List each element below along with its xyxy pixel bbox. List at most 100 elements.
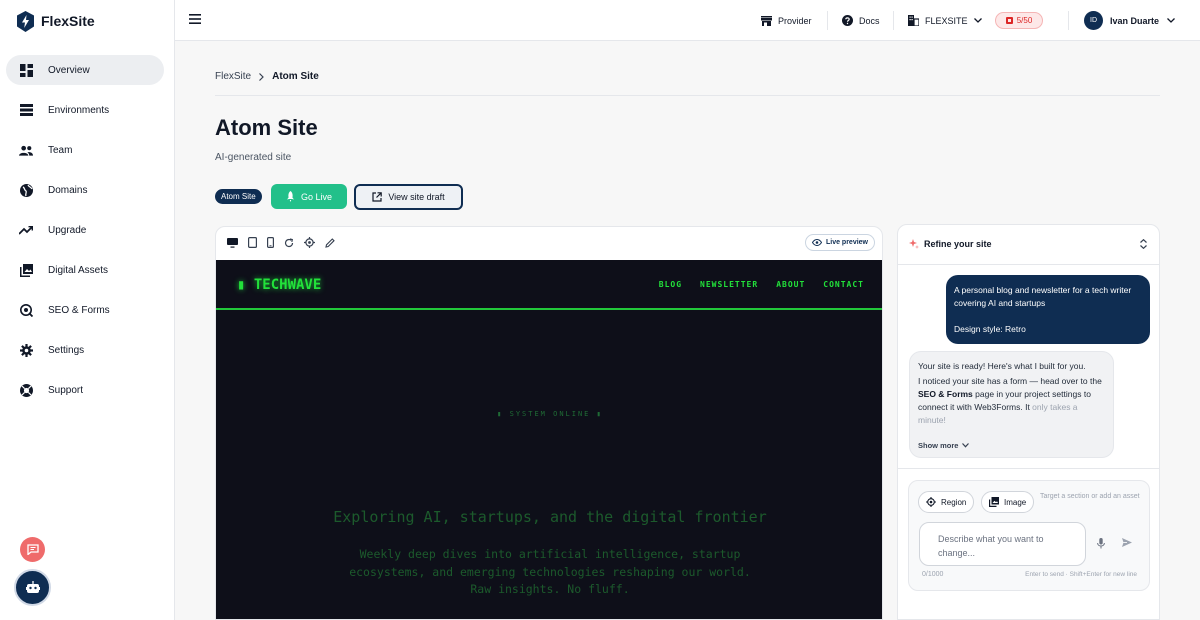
menu-toggle-button[interactable] [189,14,201,24]
live-preview-toggle[interactable]: Live preview [804,234,875,251]
divider [898,468,1159,469]
hero-subtext: Weekly deep dives into artificial intell… [336,546,764,599]
character-count: 0/1000 [922,571,944,578]
sidebar-item-support[interactable]: Support [6,375,164,405]
usage-quota-badge[interactable]: 5/50 [995,12,1043,29]
sidebar-nav: Overview Environments Team Domains Upgra… [6,55,164,415]
view-site-draft-button[interactable]: View site draft [354,184,463,210]
divider [893,11,894,30]
composer-hint: Target a section or add an asset [1040,493,1140,500]
microphone-icon [1097,538,1105,549]
desktop-icon[interactable] [227,237,238,248]
breadcrumb: FlexSite Atom Site [215,71,319,82]
refine-input[interactable]: Describe what you want to change... [919,522,1086,566]
target-icon [926,497,936,507]
image-library-icon [19,263,33,277]
hero-headline: Exploring AI, startups, and the digital … [333,508,767,526]
sidebar-item-label: Upgrade [48,224,87,236]
trending-up-icon [19,223,33,237]
site-type-badge: Atom Site [215,189,262,204]
voice-input-button[interactable] [1097,538,1105,549]
site-preview-panel: Live preview ▮ TECHWAVE BLOG NEWSLETTER … [215,226,883,620]
mobile-icon[interactable] [267,237,274,248]
region-button[interactable]: Region [918,491,975,513]
target-select-icon[interactable] [304,237,315,248]
feedback-chat-button[interactable] [20,537,45,562]
topbar: Provider Docs FLEXSITE 5/50 ID Ivan Duar… [175,0,1200,41]
image-button[interactable]: Image [981,491,1035,513]
chevron-down-icon [973,18,982,23]
sidebar-item-environments[interactable]: Environments [6,95,164,125]
assistant-message-text: I noticed your site has a form — head ov… [918,376,1102,386]
robot-icon [25,581,40,593]
sidebar-item-label: Environments [48,104,110,116]
sidebar-item-settings[interactable]: Settings [6,335,164,365]
sidebar-item-digital-assets[interactable]: Digital Assets [6,255,164,285]
image-label: Image [1004,497,1027,507]
sidebar-item-label: Domains [48,184,88,196]
sidebar-item-overview[interactable]: Overview [6,55,164,85]
assistant-message: Your site is ready! Here's what I built … [909,351,1114,458]
chevron-down-icon [1167,18,1175,23]
site-nav-about[interactable]: ABOUT [776,280,805,289]
sidebar-item-domains[interactable]: Domains [6,175,164,205]
send-button[interactable] [1122,538,1132,547]
user-message: A personal blog and newsletter for a tec… [946,275,1150,344]
assistant-message-body: I noticed your site has a form — head ov… [918,375,1105,427]
gear-icon [19,343,33,357]
divider [1068,11,1069,30]
assistant-bot-button[interactable] [14,569,51,606]
sidebar: FlexSite Overview Environments Team Doma… [0,0,175,620]
eye-icon [811,239,822,246]
user-message-style: Design style: Retro [954,324,1026,334]
hero-subtext-line: Weekly deep dives into artificial intell… [359,547,741,561]
send-icon [1122,538,1132,547]
view-draft-label: View site draft [388,192,445,202]
chevron-right-icon [259,72,264,81]
site-render: ▮ TECHWAVE BLOG NEWSLETTER ABOUT CONTACT… [216,260,882,619]
show-more-button[interactable]: Show more [918,439,970,452]
sidebar-item-label: Overview [48,64,90,76]
divider [215,95,1160,96]
provider-link[interactable]: Provider [761,0,812,41]
docs-link[interactable]: Docs [842,0,880,41]
sidebar-item-label: Support [48,384,84,396]
page-title: Atom Site [215,115,318,140]
sidebar-item-upgrade[interactable]: Upgrade [6,215,164,245]
user-message-text: A personal blog and newsletter for a tec… [954,285,1132,308]
page-subtitle: AI-generated site [215,152,292,163]
chat-icon [26,544,39,555]
tablet-icon[interactable] [248,237,257,248]
preview-toolbar [227,237,335,248]
edit-pencil-icon[interactable] [325,237,335,248]
sidebar-item-label: SEO & Forms [48,304,110,316]
breadcrumb-root[interactable]: FlexSite [215,71,251,82]
user-menu[interactable]: ID Ivan Duarte [1084,0,1175,41]
app-logo[interactable]: FlexSite [16,10,95,32]
go-live-button[interactable]: Go Live [271,184,347,209]
sidebar-item-label: Team [48,144,73,156]
divider [827,11,828,30]
site-nav-newsletter[interactable]: NEWSLETTER [700,280,758,289]
org-label: FLEXSITE [925,15,968,26]
sidebar-item-seo-forms[interactable]: SEO & Forms [6,295,164,325]
site-nav-blog[interactable]: BLOG [659,280,682,289]
refine-title: Refine your site [909,239,992,249]
seo-forms-link[interactable]: SEO & Forms [918,389,973,399]
show-more-label: Show more [918,441,959,450]
team-icon [19,143,33,157]
site-nav: BLOG NEWSLETTER ABOUT CONTACT [659,280,864,289]
assistant-message-ready: Your site is ready! Here's what I built … [918,361,1086,371]
refine-expand-toggle[interactable] [1140,239,1147,249]
refine-composer: Region Image Target a section or add an … [908,480,1150,591]
quota-icon [1005,17,1013,24]
globe-icon [19,183,33,197]
external-link-icon [372,192,383,202]
site-logo[interactable]: ▮ TECHWAVE [237,277,321,293]
rocket-icon [286,191,294,202]
sidebar-item-team[interactable]: Team [6,135,164,165]
refresh-icon[interactable] [284,237,294,248]
docs-label: Docs [859,15,880,26]
site-nav-contact[interactable]: CONTACT [823,280,864,289]
org-switcher[interactable]: FLEXSITE [908,0,982,41]
